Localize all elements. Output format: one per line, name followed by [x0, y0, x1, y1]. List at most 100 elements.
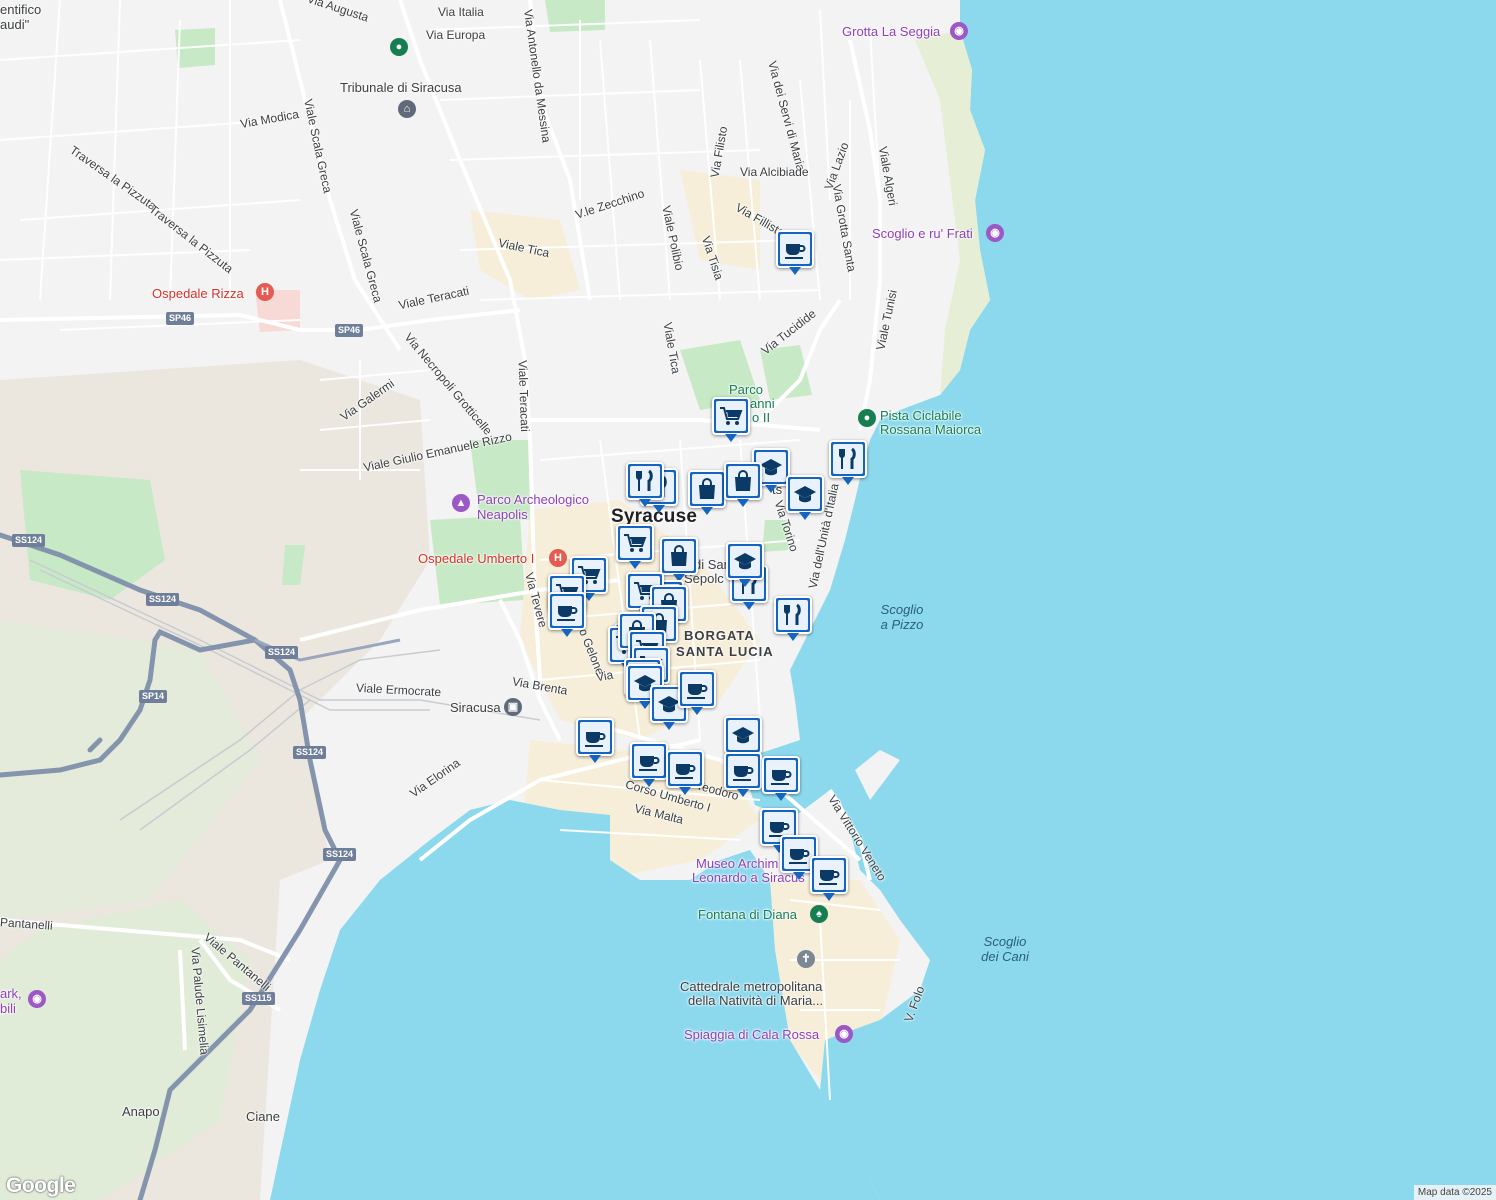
photo-spot-icon[interactable]: ◉ — [835, 1025, 853, 1043]
landmark-icon[interactable]: ● — [390, 38, 408, 56]
amusement-park-icon[interactable]: ◉ — [28, 990, 46, 1008]
poi-anapo[interactable]: Anapo — [122, 1104, 160, 1119]
poi-pista-line1[interactable]: Pista Ciclabile — [880, 408, 962, 423]
shopping-cart-icon — [624, 534, 647, 552]
shopping-bag-icon — [699, 478, 715, 499]
education-marker[interactable] — [726, 542, 764, 587]
monument-icon[interactable]: ♠ — [810, 905, 828, 923]
cafe-icon — [639, 756, 660, 771]
restaurant-marker[interactable] — [774, 596, 812, 641]
shopping-bag-marker[interactable] — [688, 470, 726, 515]
restaurant-icon — [636, 469, 653, 491]
poi-park-line2[interactable]: bili — [0, 1001, 16, 1016]
road-shield-ss115: SS115 — [242, 992, 275, 1005]
road-shield-sp46-a: SP46 — [166, 312, 195, 325]
street-label: Via Europa — [426, 28, 486, 42]
road-shield-ss124-a: SS124 — [12, 534, 46, 547]
poi-ospedale-umberto[interactable]: Ospedale Umberto I — [418, 551, 534, 566]
restaurant-icon — [839, 447, 856, 469]
cafe-marker[interactable] — [810, 856, 848, 901]
photo-spot-icon[interactable]: ◉ — [950, 22, 968, 40]
courthouse-icon[interactable]: ⌂ — [398, 100, 416, 118]
education-icon — [760, 459, 782, 476]
poi-station[interactable]: Siracusa — [450, 700, 501, 715]
archaeological-site-icon[interactable]: ▲ — [452, 494, 470, 512]
road-shield-ss124-e: SS124 — [323, 848, 357, 861]
poi-parco-line1[interactable]: Parco — [729, 382, 763, 397]
cafe-icon — [771, 770, 792, 785]
road-shield-ss124-b: SS124 — [146, 593, 180, 606]
road-shield-ss124-d: SS124 — [293, 746, 327, 759]
cafe-icon — [785, 244, 806, 259]
education-icon — [732, 727, 754, 744]
district-label-line2: SANTA LUCIA — [676, 644, 774, 659]
road-shield-ss124-c: SS124 — [265, 646, 299, 659]
water-label-scoglio-cani: Scoglio dei Cani — [981, 934, 1029, 964]
shopping-bag-marker[interactable] — [660, 537, 698, 582]
cafe-marker[interactable] — [630, 742, 668, 787]
shopping-cart-marker[interactable] — [616, 524, 654, 569]
poi-parco-line2[interactable]: anni — [750, 396, 775, 411]
poi-parco-line3[interactable]: o II — [752, 410, 770, 425]
map-attribution[interactable]: Map data ©2025 — [1413, 1185, 1496, 1200]
shopping-cart-icon — [720, 407, 743, 425]
cafe-marker[interactable] — [762, 756, 800, 801]
poi-cattedrale-line1[interactable]: Cattedrale metropolitana — [680, 979, 822, 994]
cafe-marker[interactable] — [576, 718, 614, 763]
cafe-icon — [675, 764, 696, 779]
shopping-cart-marker[interactable] — [712, 397, 750, 442]
park-icon[interactable]: ● — [858, 409, 876, 427]
street-label: Via Italia — [438, 5, 484, 19]
restaurant-marker[interactable] — [829, 440, 867, 485]
cafe-marker[interactable] — [776, 230, 814, 275]
poi-neapolis-line2[interactable]: Neapolis — [477, 507, 528, 522]
poi-grotta-la-seggia[interactable]: Grotta La Seggia — [842, 24, 940, 39]
shopping-bag-icon — [735, 470, 751, 491]
education-marker[interactable] — [724, 716, 762, 761]
cafe-marker[interactable] — [666, 750, 704, 795]
street-label: Via — [594, 667, 615, 685]
poi-pista-line2[interactable]: Rossana Maiorca — [880, 422, 981, 437]
shopping-bag-marker[interactable] — [724, 462, 762, 507]
poi-ciane[interactable]: Ciane — [246, 1109, 280, 1124]
poi-ospedale-rizza[interactable]: Ospedale Rizza — [152, 286, 244, 301]
road-shield-sp46-b: SP46 — [335, 324, 364, 337]
poi-scientifico-line1[interactable]: entifico — [0, 2, 41, 17]
poi-scientifico-line2[interactable]: audi" — [0, 17, 29, 32]
cafe-marker[interactable] — [678, 670, 716, 715]
poi-cala-rossa[interactable]: Spiaggia di Cala Rossa — [684, 1027, 819, 1042]
cafe-icon — [585, 732, 606, 747]
cafe-marker[interactable] — [548, 592, 586, 637]
poi-neapolis-line1[interactable]: Parco Archeologico — [477, 492, 589, 507]
cafe-icon — [789, 849, 810, 864]
education-icon — [794, 486, 816, 503]
cafe-icon — [819, 870, 840, 885]
cafe-icon — [733, 766, 754, 781]
restaurant-icon — [784, 603, 801, 625]
poi-scoglio-frati[interactable]: Scoglio e ru' Frati — [872, 226, 973, 241]
hospital-icon[interactable]: H — [549, 549, 567, 567]
poi-cattedrale-line2[interactable]: della Natività di Maria... — [688, 993, 823, 1008]
google-logo[interactable]: Google — [6, 1174, 76, 1198]
poi-park-line1[interactable]: ark, — [0, 986, 22, 1001]
education-marker[interactable] — [786, 475, 824, 520]
train-station-icon[interactable]: ▣ — [504, 698, 522, 716]
street-label: Viale Teracati — [515, 359, 533, 433]
district-label-line1: BORGATA — [684, 628, 755, 643]
poi-tribunale[interactable]: Tribunale di Siracusa — [340, 80, 462, 95]
shopping-bag-icon — [671, 545, 687, 566]
education-icon — [734, 553, 756, 570]
water-label-scoglio-pizzo: Scoglio a Pizzo — [880, 602, 924, 632]
cafe-icon — [557, 606, 578, 621]
poi-museo-line1[interactable]: Museo Archim — [696, 856, 778, 871]
hospital-icon[interactable]: H — [256, 283, 274, 301]
cafe-icon — [687, 684, 708, 699]
church-icon[interactable]: ✝ — [797, 950, 815, 968]
restaurant-marker[interactable] — [626, 462, 664, 507]
cafe-marker[interactable] — [724, 752, 762, 797]
photo-spot-icon[interactable]: ◉ — [986, 224, 1004, 242]
street-label: Via Alcibiade — [740, 165, 809, 179]
road-shield-sp14: SP14 — [139, 690, 168, 703]
poi-fontana[interactable]: Fontana di Diana — [698, 907, 797, 922]
street-label: Pantanelli — [0, 915, 54, 933]
